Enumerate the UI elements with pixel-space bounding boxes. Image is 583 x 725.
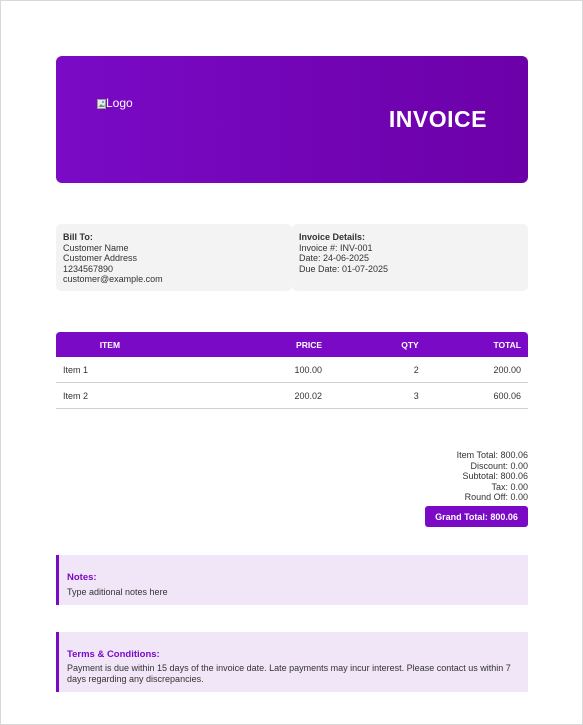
invoice-date: Date: 24-06-2025	[299, 253, 370, 263]
table-header-row: ITEM PRICE QTY TOTAL	[56, 332, 528, 357]
bill-to-label: Bill To:	[63, 232, 93, 242]
customer-name: Customer Name	[63, 242, 129, 253]
tax-line: Tax: 0.00	[491, 481, 528, 492]
invoice-details-label: Invoice Details:	[299, 232, 366, 242]
customer-phone: 1234567890	[63, 263, 114, 274]
column-header-total: TOTAL	[493, 339, 521, 350]
item-total-cell: 200.00	[425, 357, 528, 383]
invoice-header: Logo INVOICE	[56, 56, 528, 183]
invoice-title: INVOICE	[388, 106, 487, 132]
terms-section: Terms & Conditions: Payment is due withi…	[56, 632, 528, 692]
item-total-cell: 600.06	[425, 382, 528, 409]
item-price-cell: 100.00	[163, 357, 330, 383]
terms-title: Terms & Conditions:	[67, 649, 160, 660]
bill-to-box: Bill To: Customer Name Customer Address …	[56, 224, 292, 291]
item-name-cell: Item 1	[56, 357, 164, 383]
table-row: Item 2 200.02 3 600.06	[56, 382, 528, 409]
column-header-item: ITEM	[99, 339, 121, 350]
terms-text: Payment is due within 15 days of the inv…	[67, 663, 511, 684]
item-name-cell: Item 2	[56, 382, 164, 409]
broken-image-icon	[97, 98, 106, 109]
column-header-qty: QTY	[401, 339, 419, 350]
column-header-price: PRICE	[296, 339, 323, 350]
round-off-line: Round Off: 0.00	[464, 492, 528, 502]
item-qty-cell: 2	[329, 357, 426, 383]
customer-email: customer@example.com	[63, 274, 163, 284]
item-total-line: Item Total: 800.06	[456, 450, 528, 460]
items-table: ITEM PRICE QTY TOTAL Item 1 100.00 2 200…	[56, 332, 528, 409]
table-row: Item 1 100.00 2 200.00	[56, 357, 528, 383]
customer-address: Customer Address	[63, 253, 138, 263]
logo-alt-text: Logo	[106, 96, 133, 110]
item-price-cell: 200.02	[163, 382, 330, 409]
item-qty-cell: 3	[329, 382, 426, 409]
notes-text: Type aditional notes here	[67, 587, 168, 597]
grand-total-badge: Grand Total: 800.06	[425, 506, 528, 527]
subtotal-line: Subtotal: 800.06	[462, 471, 528, 481]
notes-section: Notes: Type aditional notes here	[56, 555, 528, 605]
invoice-number: Invoice #: INV-001	[299, 242, 373, 253]
logo: Logo	[97, 96, 133, 110]
discount-line: Discount: 0.00	[470, 460, 528, 471]
invoice-due-date: Due Date: 01-07-2025	[299, 263, 389, 274]
notes-title: Notes:	[67, 572, 97, 583]
invoice-details-box: Invoice Details: Invoice #: INV-001 Date…	[292, 224, 528, 291]
totals-summary: Item Total: 800.06 Discount: 0.00 Subtot…	[457, 450, 528, 503]
